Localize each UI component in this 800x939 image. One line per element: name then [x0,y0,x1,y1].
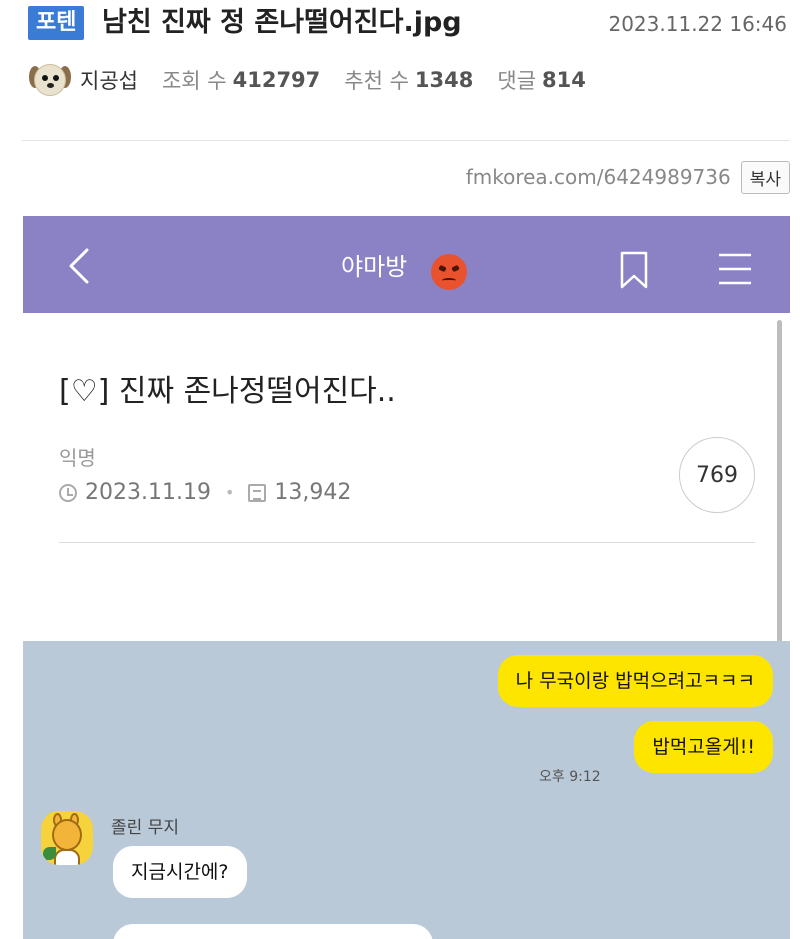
thread-divider [59,542,755,543]
post-meta: 지공섭 조회 수 412797 추천 수 1348 댓글 814 [28,62,610,98]
thread-date: 2023.11.19 [85,480,211,505]
friend-name: 졸린 무지 [111,818,179,838]
embedded-screenshot: 야마방 [♡] 진짜 존나정떨어진다.. 익명 2023.11.19 • 13,… [23,216,790,939]
clock-icon [59,483,77,502]
dog-avatar-icon[interactable] [28,62,72,98]
post-header: 포텐 남친 진짜 정 존나떨어진다.jpg 2023.11.22 16:46 지… [0,0,800,140]
thread-views: 13,942 [274,480,352,505]
friend-avatar-icon [41,811,93,865]
like-count-button[interactable]: 769 [679,437,755,513]
views-icon [248,483,267,502]
post-title: 남친 진짜 정 존나떨어진다.jpg [102,7,462,38]
bookmark-icon[interactable] [619,250,649,290]
chat-bubble-mine: 밥먹고올게!! [634,721,773,773]
app-title: 야마방 [341,253,408,281]
post-url[interactable]: fmkorea.com/6424989736 [466,165,731,189]
views-label: 조회 수 [161,69,227,93]
chat-bubble-theirs: 지금시간에? [113,846,247,898]
thread-author: 익명 [59,446,96,470]
copy-url-button[interactable]: 복사 [740,160,790,194]
thread-title: [♡] 진짜 존나정떨어진다.. [59,374,396,409]
comments-count[interactable]: 814 [542,68,586,92]
app-bar: 야마방 [23,216,790,313]
header-divider [22,140,790,141]
views-count: 412797 [232,68,321,92]
chat-screenshot: 나 무국이랑 밥먹으려고ㅋㅋㅋ 밥먹고올게!! 오후 9:12 졸린 무지 지금… [23,641,790,939]
category-badge[interactable]: 포텐 [28,6,85,40]
comments-label: 댓글 [497,69,537,93]
post-url-row: fmkorea.com/6424989736 복사 [466,160,790,194]
angry-face-icon [431,254,467,290]
chat-timestamp: 오후 9:12 [539,769,601,785]
author-name[interactable]: 지공섭 [80,65,138,95]
chat-bubble-mine: 나 무국이랑 밥먹으려고ㅋㅋㅋ [497,655,773,707]
menu-icon[interactable] [717,252,753,286]
recommend-label: 추천 수 [344,69,409,93]
thread-stats: 2023.11.19 • 13,942 [59,480,351,505]
separator-dot: • [224,483,235,502]
chat-bubble-theirs-partial [113,924,433,939]
recommend-count: 1348 [414,68,474,92]
back-icon[interactable] [61,246,101,286]
post-date: 2023.11.22 16:46 [608,12,787,36]
